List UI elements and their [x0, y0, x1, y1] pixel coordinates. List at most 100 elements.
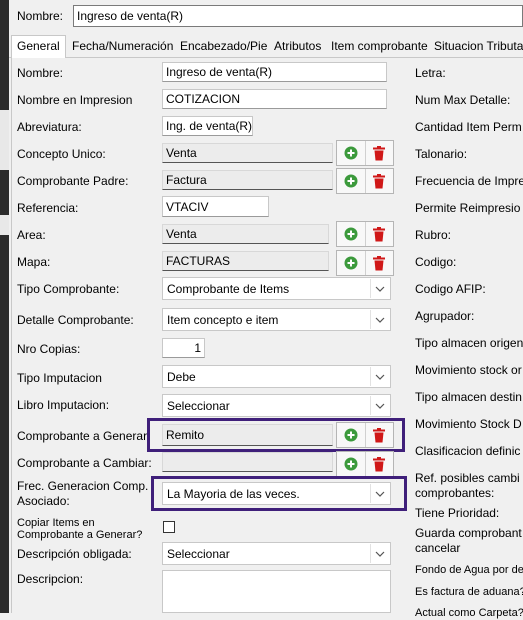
delete-mapa-button[interactable]: [364, 251, 394, 275]
tipo-imputacion-label: Tipo Imputacion: [17, 371, 102, 385]
descripcion-textarea[interactable]: [162, 570, 391, 613]
codigo-afip-label: Codigo AFIP:: [415, 282, 486, 296]
copiar-items-checkbox[interactable]: [163, 521, 175, 533]
cantidad-item-label: Cantidad Item Perm: [415, 120, 522, 134]
clasificacion-label: Clasificacion definic: [415, 444, 521, 458]
delete-concepto-button[interactable]: [364, 141, 394, 165]
nombre-field[interactable]: Ingreso de venta(R): [162, 62, 387, 82]
chevron-down-icon[interactable]: [370, 367, 389, 386]
area-label: Area:: [17, 228, 46, 242]
mapa-field[interactable]: FACTURAS: [162, 251, 329, 271]
tab-item-comprobante[interactable]: Item comprobante: [326, 36, 433, 57]
trash-icon: [373, 456, 386, 471]
add-icon: [344, 174, 358, 188]
frecuencia-impresion-label: Frecuencia de Impre: [415, 174, 523, 188]
comprobante-cambiar-label: Comprobante a Cambiar:: [17, 456, 152, 470]
tiene-prioridad-label: Tiene Prioridad:: [415, 506, 500, 520]
background-window-strip: [0, 0, 9, 613]
ref-posibles-label-2: comprobantes:: [415, 486, 495, 500]
descripcion-obligada-label: Descripción obligada:: [17, 547, 132, 561]
tab-situacion-tributaria[interactable]: Situacion Tributaria: [429, 36, 523, 57]
tipo-imputacion-value: Debe: [167, 369, 196, 384]
tipo-comprobante-select[interactable]: Comprobante de Items: [162, 277, 391, 300]
nombre-impresion-label: Nombre en Impresion: [17, 93, 133, 107]
tab-fecha-numeracion[interactable]: Fecha/Numeración: [67, 36, 178, 57]
delete-area-button[interactable]: [364, 222, 394, 246]
descripcion-obligada-select[interactable]: Seleccionar: [162, 542, 391, 565]
permite-reimpresion-label: Permite Reimpresio: [415, 201, 521, 215]
chevron-down-icon[interactable]: [370, 310, 389, 329]
mapa-buttons: [336, 250, 394, 276]
referencia-label: Referencia:: [17, 201, 79, 215]
add-comprobante-padre-button[interactable]: [337, 169, 365, 193]
ref-posibles-label-1: Ref. posibles cambi: [415, 471, 520, 485]
mapa-label: Mapa:: [17, 255, 51, 269]
frec-generacion-label-2: Asociado:: [17, 494, 70, 508]
detalle-comprobante-label: Detalle Comprobante:: [17, 313, 134, 327]
detalle-comprobante-value: Item concepto e item: [167, 312, 279, 327]
chevron-down-icon[interactable]: [370, 544, 389, 563]
chevron-down-icon[interactable]: [370, 279, 389, 298]
codigo-label: Codigo:: [415, 255, 457, 269]
tab-atributos[interactable]: Atributos: [269, 36, 326, 57]
highlight-comprobante-generar: [147, 418, 405, 452]
area-field[interactable]: Venta: [162, 224, 329, 244]
background-window-strip-light: [0, 215, 9, 235]
delete-comprobante-cambiar-button[interactable]: [364, 452, 394, 476]
trash-icon: [373, 255, 386, 270]
header-name-field[interactable]: Ingreso de venta(R): [73, 5, 523, 27]
factura-aduana-label: Es factura de aduana?: [415, 586, 523, 598]
libro-imputacion-label: Libro Imputacion:: [17, 398, 110, 412]
concepto-unico-field[interactable]: Venta: [162, 143, 333, 163]
tipo-almacen-origen-label: Tipo almacen origen: [415, 336, 523, 350]
guarda-comprobante-label-2: cancelar: [415, 541, 461, 555]
add-icon: [344, 256, 358, 270]
movimiento-stock-destino-label: Movimiento Stock D: [415, 417, 522, 431]
comprobante-generar-label: Comprobante a Generar:: [17, 429, 151, 443]
copiar-items-label-1: Copiar Items en: [17, 517, 95, 529]
concepto-unico-label: Concepto Unico:: [17, 147, 106, 161]
add-area-button[interactable]: [337, 222, 365, 246]
comprobante-padre-field[interactable]: Factura: [162, 170, 333, 190]
add-icon: [344, 146, 358, 160]
tipo-almacen-destino-label: Tipo almacen destin: [415, 390, 522, 404]
tipo-imputacion-select[interactable]: Debe: [162, 365, 391, 388]
concepto-unico-buttons: [336, 140, 394, 166]
rubro-label: Rubro:: [415, 228, 452, 242]
trash-icon: [373, 173, 386, 188]
comprobante-padre-label: Comprobante Padre:: [17, 174, 129, 188]
add-icon: [344, 457, 358, 471]
abreviatura-field[interactable]: Ing. de venta(R): [162, 116, 253, 136]
chevron-down-icon[interactable]: [370, 396, 389, 415]
nro-copias-field[interactable]: 1: [162, 338, 205, 358]
comprobante-cambiar-field[interactable]: [162, 452, 333, 472]
nombre-impresion-field[interactable]: COTIZACION: [162, 89, 387, 109]
libro-imputacion-value: Seleccionar: [167, 398, 230, 413]
descripcion-label: Descripcion:: [17, 572, 84, 586]
abreviatura-label: Abreviatura:: [17, 120, 82, 134]
nro-copias-label: Nro Copias:: [17, 342, 81, 356]
tipo-comprobante-label: Tipo Comprobante:: [17, 282, 120, 296]
talonario-label: Talonario:: [415, 147, 468, 161]
highlight-frec-generacion: [151, 476, 407, 511]
num-max-detalle-label: Num Max Detalle:: [415, 93, 511, 107]
add-mapa-button[interactable]: [337, 251, 365, 275]
tipo-comprobante-value: Comprobante de Items: [167, 281, 290, 296]
referencia-field[interactable]: VTACIV: [162, 196, 269, 217]
tab-general[interactable]: General: [11, 35, 66, 58]
letra-label: Letra:: [415, 66, 446, 80]
comprobante-padre-buttons: [336, 168, 394, 194]
copiar-items-label-2: Comprobante a Generar?: [17, 529, 143, 541]
background-window-strip-light: [0, 110, 9, 170]
add-concepto-button[interactable]: [337, 141, 365, 165]
fondo-agua-label: Fondo de Agua por def: [415, 564, 523, 576]
header-name-label: Nombre:: [17, 9, 64, 23]
area-buttons: [336, 221, 394, 247]
descripcion-obligada-value: Seleccionar: [167, 546, 230, 561]
tab-encabezado-pie[interactable]: Encabezado/Pie: [175, 36, 272, 57]
delete-comprobante-padre-button[interactable]: [364, 169, 394, 193]
add-comprobante-cambiar-button[interactable]: [337, 452, 365, 476]
frec-generacion-label-1: Frec. Generacion Comp.: [17, 479, 149, 493]
libro-imputacion-select[interactable]: Seleccionar: [162, 394, 391, 417]
detalle-comprobante-select[interactable]: Item concepto e item: [162, 308, 391, 331]
